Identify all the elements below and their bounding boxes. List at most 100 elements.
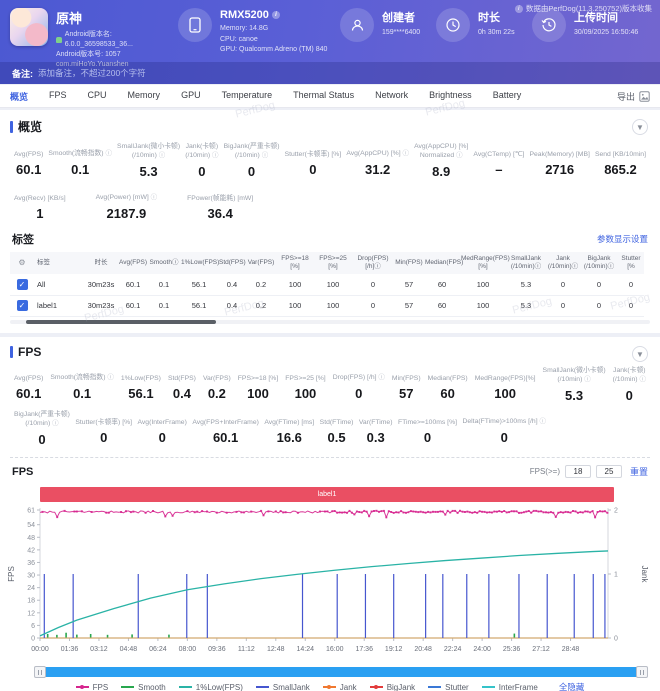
svg-text:18: 18 [27,598,35,605]
stat-value: 36.4 [207,205,233,221]
fps-chart[interactable]: 0 6 12 18 24 30 36 42 48 54 61 0 1 2 FPS Jank 00:00 01:36… [6,504,654,669]
chart-scrollbar-right-handle[interactable] [636,666,648,678]
info-icon: ⓘ [539,418,546,426]
tab-Network[interactable]: Network [375,90,408,103]
svg-text:16:00: 16:00 [326,646,344,653]
stat-value: 100 [294,386,317,401]
legend-item-Jank[interactable]: Jank [322,683,357,691]
app-version-name: Android版本名: 6.0.0_36598533_36... [64,31,133,49]
stat-value: 0 [247,163,256,179]
export-icon [639,90,650,102]
stat-value: 0.1 [73,386,92,401]
tab-Temperature[interactable]: Temperature [222,90,273,103]
stat-value: 0.5 [327,429,346,445]
legend-item-SmallJank[interactable]: SmallJank [255,683,310,691]
svg-text:24: 24 [27,585,35,592]
col-header: 时长 [84,251,118,275]
reset-button[interactable]: 重置 [630,465,648,478]
legend-item-FPS[interactable]: FPS [75,683,108,691]
legend-marker [369,685,383,689]
table-scrollbar-thumb[interactable] [26,319,216,324]
fps-threshold-input-2[interactable]: 25 [595,465,622,479]
stat-value: – [495,162,503,177]
chart-scrollbar[interactable] [34,666,648,678]
device-gpu: GPU: Qualcomm Adreno (TM) 840 [220,46,328,53]
cell: 5.3 [506,295,546,317]
cell: 5.3 [506,274,546,296]
row-checkbox[interactable]: ✓ [16,300,28,312]
parameter-display-settings-link[interactable]: 参数显示设置 [597,233,648,245]
cell: 60 [424,295,460,317]
legend-marker [322,685,336,689]
cell: 0 [580,274,618,296]
overview-collapse-button[interactable]: ▼ [632,119,648,135]
legend-item-BigJank[interactable]: BigJank [369,683,415,691]
fps-threshold-input-1[interactable]: 18 [564,465,591,479]
tab-Brightness[interactable]: Brightness [429,90,472,103]
legend-marker [428,686,442,688]
tab-Memory[interactable]: Memory [128,90,161,103]
tab-GPU[interactable]: GPU [181,90,201,103]
fps-collapse-button[interactable]: ▼ [632,346,648,362]
svg-text:00:00: 00:00 [31,646,49,653]
stat-value: 0.1 [71,162,90,177]
tab-Battery[interactable]: Battery [493,90,522,103]
hide-all-link[interactable]: 全隐藏 [559,681,585,691]
cell: 30m23s [84,274,118,296]
label1-banner[interactable]: label1 [40,487,614,502]
stat-Var(FPS): Var(FPS) 0.2 [202,374,231,401]
stat-value: 100 [247,386,269,401]
cell: label1 [34,295,84,317]
stat-value: 0 [309,162,317,177]
row-checkbox[interactable]: ✓ [16,278,28,290]
info-icon: ⓘ [378,374,385,382]
fps-stats-row1: Avg(FPS) 60.1 Smooth(流畅指数) ⓘ 0.1 1%Low(FPS) 5… [0,366,660,403]
remark-input[interactable]: 备注: 添加备注，不超过200个字符 [0,62,660,84]
export-button[interactable]: 导出 [617,90,650,103]
col-header: Jank (/10min)ⓘ [546,251,580,275]
fps-stats-row2: BigJank(严重卡顿) (/10min) ⓘ 0 Stutter(卡顿率) [%]… [0,410,560,447]
svg-text:11:12: 11:12 [238,646,255,653]
stat-value: 60.1 [212,429,239,445]
stat-Std(FPS): Std(FPS) 0.4 [167,374,196,401]
stat-value: 57 [399,386,414,401]
chart-scrollbar-left-handle[interactable] [34,666,46,678]
stat-value: 60.1 [16,162,42,177]
svg-text:42: 42 [27,547,35,554]
svg-text:12: 12 [27,610,35,617]
table-scrollbar-track [10,319,650,324]
fps-threshold-label: FPS(>=) [529,467,560,477]
stat-value: 2716 [545,162,575,177]
svg-text:06:24: 06:24 [149,646,167,653]
tab-Thermal Status[interactable]: Thermal Status [293,90,354,103]
stat-Drop(FPS) [/h]: Drop(FPS) [/h] ⓘ 0 [332,374,385,401]
cell: 0 [546,274,580,296]
legend-item-InterFrame[interactable]: InterFrame [481,683,538,691]
stat-BigJank(严重卡顿): BigJank(严重卡顿) (/10min) ⓘ 0 [14,410,70,447]
tab-bar: 概览 FPS CPU Memory GPU Temperature Thermal Stat… [0,85,660,108]
creator-value: 159****6400 [382,29,421,36]
app-icon [10,8,48,46]
stat-value: 16.6 [276,429,302,445]
legend-item-1%Low(FPS)[interactable]: 1%Low(FPS) [178,683,243,691]
legend-item-Smooth[interactable]: Smooth [121,683,166,691]
title-accent-bar [10,120,13,133]
gear-icon[interactable]: ⚙ [18,258,25,267]
labels-table: ⚙ 标签 时长 Avg(FPS) Smoothⓘ 1%Low(FPS) Std(FPS) Va… [10,251,644,317]
cell: 57 [394,295,424,317]
tab-概览[interactable]: 概览 [10,90,28,103]
legend-item-Stutter[interactable]: Stutter [428,683,469,691]
stat-value: 0.2 [207,386,226,401]
stat-Median(FPS): Median(FPS) 60 [427,374,468,401]
app-version-code: Android版本号: 1057 [56,51,121,59]
svg-text:30: 30 [27,573,35,580]
duration-value: 0h 30m 22s [478,29,515,36]
cell: 100 [314,274,352,296]
remark-label: 备注: [12,68,33,79]
cell: 100 [314,295,352,317]
stat-value: 0.3 [366,429,385,445]
tab-FPS[interactable]: FPS [49,90,67,103]
cell: 0 [618,295,644,317]
overview-title: 概览 [18,120,43,134]
tab-CPU[interactable]: CPU [88,90,107,103]
